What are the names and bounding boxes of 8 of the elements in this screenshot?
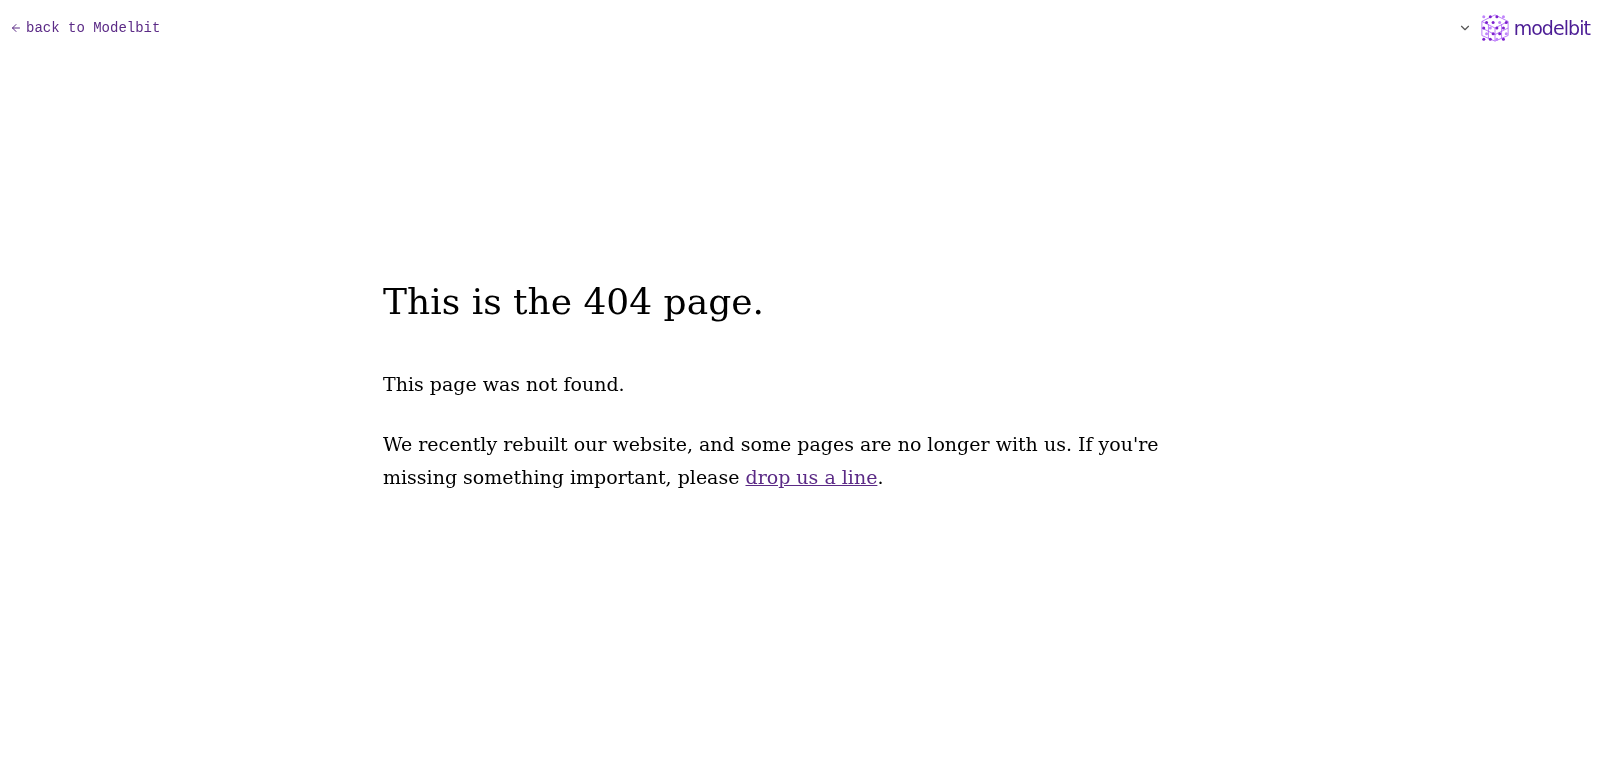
arrow-left-icon [10, 22, 22, 34]
cube-logo-icon [1479, 12, 1510, 44]
paragraph: We recently rebuilt our website, and some pages are no longer with us. If you're missing something important, please drop us a line. [383, 432, 1160, 490]
page-title: This is the 404 page. [383, 284, 765, 320]
contact-link[interactable]: drop us a line [745, 466, 878, 488]
back-link[interactable]: back to Modelbit [10, 17, 161, 39]
paragraph: This page was not found. [383, 372, 626, 397]
logo[interactable]: modelbit [1479, 12, 1590, 44]
